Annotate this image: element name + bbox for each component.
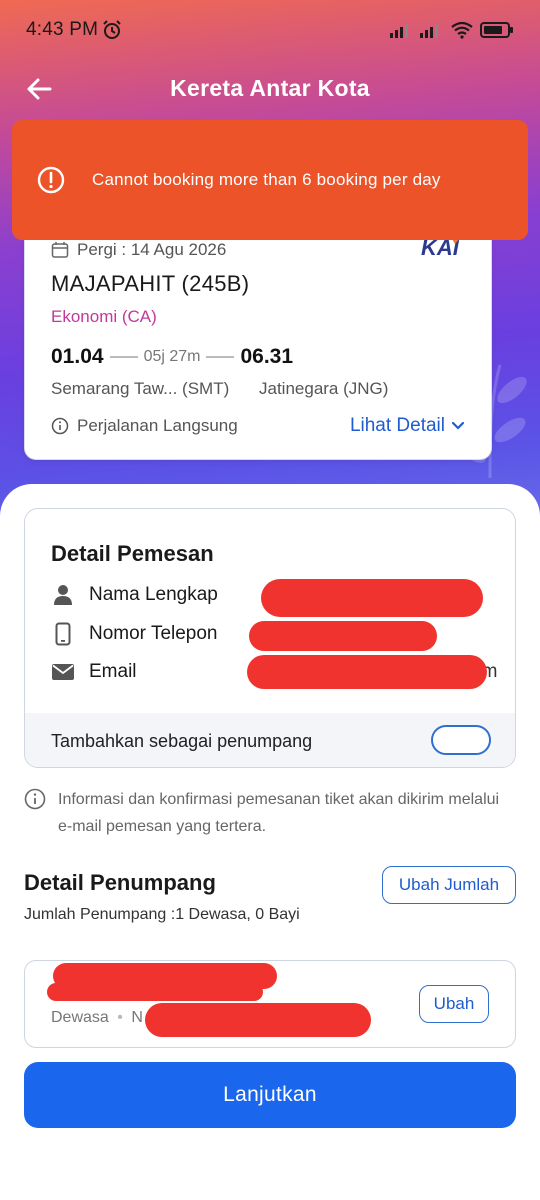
trip-duration: 05j 27m: [143, 348, 201, 365]
divider-line: [109, 356, 138, 358]
view-detail-label: Lihat Detail: [349, 415, 445, 436]
info-icon: [24, 788, 46, 810]
app-header: Kereta Antar Kota: [0, 62, 540, 114]
redaction-mark: [145, 1003, 371, 1037]
battery-icon: [480, 22, 513, 38]
calendar-icon: [51, 242, 69, 258]
train-summary-card: Pergi : 14 Agu 2026 KAI MAJAPAHIT (245B)…: [24, 210, 492, 460]
passenger-details-heading: Detail Penumpang: [24, 870, 216, 895]
edit-count-button[interactable]: Ubah Jumlah: [382, 866, 516, 904]
status-icons: [390, 21, 514, 39]
email-row: Email om: [51, 660, 497, 684]
passenger-type: Dewasa • N: [51, 1009, 143, 1027]
trip-stations: Semarang Taw... (SMT) Jatinegara (JNG): [51, 379, 465, 399]
view-detail-link[interactable]: Lihat Detail: [350, 415, 465, 437]
alarm-icon: [103, 20, 121, 39]
redaction-mark: [249, 621, 437, 651]
origin-station: Semarang Taw... (SMT): [51, 379, 230, 398]
trip-times: 01.04 05j 27m 06.31: [51, 345, 465, 369]
person-icon: [51, 583, 75, 607]
status-time: 4:43 PM: [26, 19, 99, 40]
passenger-id-prefix: N: [131, 1009, 143, 1026]
add-as-passenger-label: Tambahkan sebagai penumpang: [51, 730, 313, 751]
passenger-card[interactable]: Dewasa • N Ubah: [24, 960, 516, 1048]
route-type: Perjalanan Langsung: [77, 416, 238, 435]
booker-details-heading: Detail Pemesan: [51, 541, 214, 566]
chevron-down-icon: [451, 421, 465, 430]
train-name: MAJAPAHIT (245B): [51, 271, 250, 296]
phone-label: Nomor Telepon: [89, 623, 218, 644]
name-label: Nama Lengkap: [89, 584, 218, 605]
name-row: Nama Lengkap :: [51, 583, 278, 607]
departure-date: Pergi : 14 Agu 2026: [51, 239, 465, 261]
signal-icon: [390, 24, 408, 38]
error-toast: Cannot booking more than 6 booking per d…: [12, 120, 528, 240]
info-icon: [51, 417, 69, 435]
add-as-passenger-toggle[interactable]: [431, 725, 491, 755]
email-info-text: Informasi dan konfirmasi pemesanan tiket…: [58, 791, 500, 835]
status-bar: 4:43 PM: [0, 0, 540, 60]
phone-icon: [51, 622, 75, 646]
separator-dot: •: [117, 1009, 123, 1026]
mail-icon: [51, 660, 75, 684]
page-title: Kereta Antar Kota: [170, 74, 370, 101]
redaction-mark: [247, 655, 487, 689]
departure-date-text: Pergi : 14 Agu 2026: [77, 240, 227, 259]
redaction-mark: [47, 983, 263, 1001]
trip-footer: Perjalanan Langsung Lihat Detail: [51, 415, 465, 437]
booker-details-card: Detail Pemesan Nama Lengkap : Nomor Tele…: [24, 508, 516, 768]
phone-row: Nomor Telepon: [51, 622, 218, 646]
train-class: Ekonomi (CA): [51, 307, 157, 326]
divider-line: [206, 356, 235, 358]
passenger-count-text: Jumlah Penumpang :1 Dewasa, 0 Bayi: [24, 906, 300, 923]
arrival-time: 06.31: [240, 345, 294, 368]
continue-button[interactable]: Lanjutkan: [24, 1062, 516, 1128]
passenger-type-label: Dewasa: [51, 1009, 109, 1026]
redaction-mark: [261, 579, 483, 617]
toast-message: Cannot booking more than 6 booking per d…: [92, 170, 441, 189]
alert-circle-icon: [37, 166, 65, 194]
destination-station: Jatinegara (JNG): [259, 379, 389, 398]
edit-passenger-button[interactable]: Ubah: [419, 985, 489, 1023]
arrow-left-icon[interactable]: [24, 74, 54, 104]
email-info-note: Informasi dan konfirmasi pemesanan tiket…: [24, 786, 514, 840]
email-label: Email: [89, 661, 137, 682]
departure-time: 01.04: [51, 345, 104, 368]
wifi-icon: [451, 21, 473, 39]
signal-icon: [420, 24, 438, 38]
add-as-passenger-row: Tambahkan sebagai penumpang: [25, 713, 515, 767]
